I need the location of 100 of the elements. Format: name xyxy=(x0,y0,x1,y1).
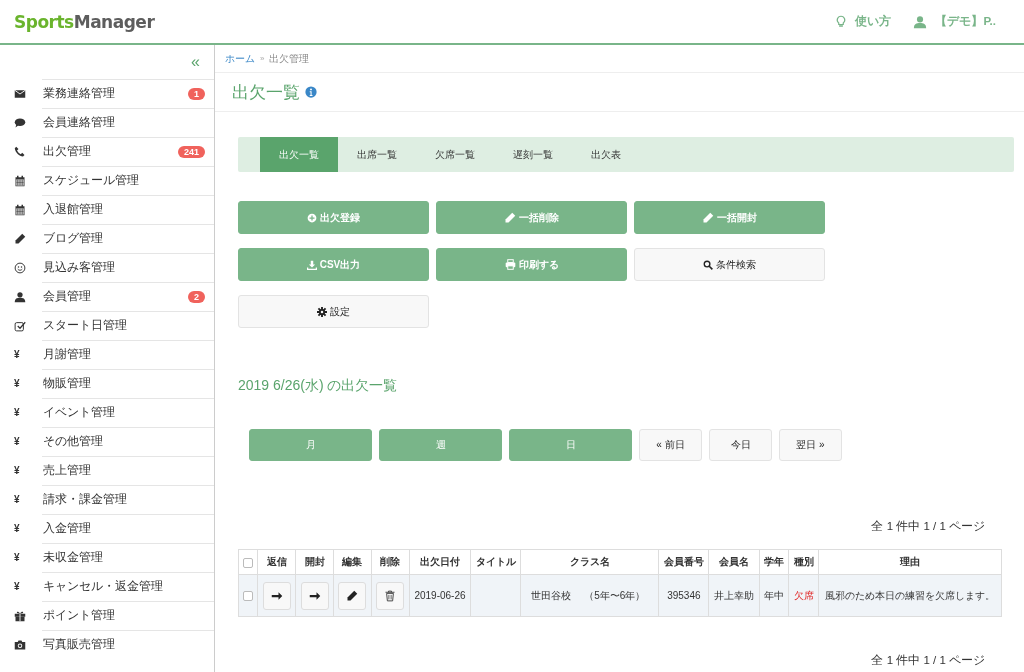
sidebar-item[interactable]: スタート日管理 xyxy=(0,311,214,340)
sidebar-label: 売上管理 xyxy=(43,462,92,479)
table-cell: 2019-06-26 xyxy=(409,574,471,617)
lightbulb-icon xyxy=(835,14,848,29)
count-badge: 2 xyxy=(188,290,205,303)
column-header: 学年 xyxy=(759,549,789,575)
pagination-info: 全 1 件中 1 / 1 ページ xyxy=(870,653,986,668)
speech-bubble-icon xyxy=(14,116,26,129)
row-action-button[interactable] xyxy=(300,581,329,610)
column-header: 開封 xyxy=(295,549,334,575)
sidebar-item[interactable]: ¥ イベント管理 xyxy=(0,398,214,427)
yen-icon: ¥ xyxy=(14,552,20,563)
yen-icon: ¥ xyxy=(14,436,20,447)
count-badge: 241 xyxy=(177,145,205,158)
column-header: 出欠日付 xyxy=(409,549,471,575)
yen-icon: ¥ xyxy=(14,494,20,505)
sidebar-item[interactable]: ブログ管理 xyxy=(0,224,214,253)
sidebar-item[interactable]: ¥ その他管理 xyxy=(0,427,214,456)
pencil-icon xyxy=(14,232,26,245)
sidebar-label: 出欠管理 xyxy=(43,143,92,160)
table-cell: 世田谷校 （5年〜6年） xyxy=(520,574,659,617)
calendar-button[interactable]: 翌日 » xyxy=(779,429,842,461)
trash-icon xyxy=(384,589,397,602)
checkbox[interactable] xyxy=(243,591,254,602)
table-cell: 395346 xyxy=(658,574,709,617)
breadcrumb-separator: » xyxy=(260,54,265,63)
sidebar-label: 月謝管理 xyxy=(43,346,92,363)
sidebar-item[interactable]: 出欠管理 241 xyxy=(0,137,214,166)
page-title: 出欠一覧 xyxy=(232,81,300,104)
table-cell: 井上幸助 xyxy=(708,574,760,617)
sidebar-label: 入退館管理 xyxy=(43,201,104,218)
calendar-button[interactable]: « 前日 xyxy=(639,429,702,461)
yen-icon: ¥ xyxy=(14,349,20,360)
sidebar-item[interactable]: ¥ 未収金管理 xyxy=(0,543,214,572)
tab[interactable]: 出席一覧 xyxy=(338,137,416,172)
sidebar-item[interactable]: ¥ 入金管理 xyxy=(0,514,214,543)
pencil-icon xyxy=(346,589,359,602)
sidebar-item[interactable]: 業務連絡管理 1 xyxy=(0,79,214,108)
yen-icon: ¥ xyxy=(14,581,20,592)
sidebar-label: 請求・課金管理 xyxy=(43,491,128,508)
column-header: 削除 xyxy=(371,549,410,575)
sidebar-item[interactable]: スケジュール管理 xyxy=(0,166,214,195)
action-button[interactable]: 設定 xyxy=(238,295,429,328)
sidebar-label: 業務連絡管理 xyxy=(43,85,116,102)
sidebar-item[interactable]: 写真販売管理 xyxy=(0,630,214,659)
sidebar-label: ポイント管理 xyxy=(43,607,116,624)
yen-icon: ¥ xyxy=(14,523,20,534)
sidebar-label: ブログ管理 xyxy=(43,230,104,247)
column-header: 会員番号 xyxy=(658,549,709,575)
breadcrumb-link[interactable]: ホーム xyxy=(225,51,255,66)
sidebar-item[interactable]: 会員連絡管理 xyxy=(0,108,214,137)
column-header: 会員名 xyxy=(708,549,760,575)
sidebar-item[interactable]: 入退館管理 xyxy=(0,195,214,224)
plus-circle-icon xyxy=(307,212,317,223)
yen-icon: ¥ xyxy=(14,378,20,389)
column-header: 種別 xyxy=(788,549,819,575)
column-header: 返信 xyxy=(257,549,296,575)
logo-text: Sports xyxy=(14,11,74,32)
column-header: タイトル xyxy=(470,549,521,575)
sidebar-label: 会員連絡管理 xyxy=(43,114,116,131)
date-heading: 2019 6/26(水) の出欠一覧 xyxy=(238,377,399,395)
sidebar-label: 見込み客管理 xyxy=(43,259,116,276)
sidebar-item[interactable]: 見込み客管理 xyxy=(0,253,214,282)
action-button[interactable]: 条件検索 xyxy=(634,248,825,281)
tab[interactable]: 欠席一覧 xyxy=(416,137,494,172)
sidebar-item[interactable]: ¥ キャンセル・返金管理 xyxy=(0,572,214,601)
user-icon xyxy=(14,290,26,303)
sidebar-label: 未収金管理 xyxy=(43,549,104,566)
logo-text: Manager xyxy=(73,11,155,32)
info-icon xyxy=(305,86,317,98)
column-header: クラス名 xyxy=(520,549,659,575)
sidebar-label: スタート日管理 xyxy=(43,317,128,334)
yen-icon: ¥ xyxy=(14,465,20,476)
calendar-button[interactable]: 今日 xyxy=(709,429,772,461)
row-action-button[interactable] xyxy=(338,581,367,610)
sidebar-label: 写真販売管理 xyxy=(43,636,116,653)
pencil-icon xyxy=(702,211,714,224)
envelope-icon xyxy=(14,87,26,100)
gift-icon xyxy=(14,609,26,622)
sidebar-item[interactable]: ¥ 月謝管理 xyxy=(0,340,214,369)
checkbox[interactable] xyxy=(243,557,254,568)
pagination-info: 全 1 件中 1 / 1 ページ xyxy=(870,519,986,534)
sidebar-label: その他管理 xyxy=(43,433,104,450)
sidebar-label: スケジュール管理 xyxy=(43,172,140,189)
pencil-icon xyxy=(504,211,516,224)
sidebar-item[interactable]: ¥ 物販管理 xyxy=(0,369,214,398)
sidebar-item[interactable]: ¥ 売上管理 xyxy=(0,456,214,485)
calendar-icon xyxy=(14,203,26,216)
tab[interactable]: 出欠表 xyxy=(572,137,640,172)
tab[interactable]: 遅刻一覧 xyxy=(494,137,572,172)
sidebar-label: 会員管理 xyxy=(43,288,92,305)
sidebar-label: イベント管理 xyxy=(43,404,116,421)
calendar-icon xyxy=(14,174,26,187)
sidebar-item[interactable]: ポイント管理 xyxy=(0,601,214,630)
sidebar-label: キャンセル・返金管理 xyxy=(43,578,164,595)
row-action-button[interactable] xyxy=(262,581,291,610)
sidebar-label: 入金管理 xyxy=(43,520,92,537)
sidebar-item[interactable]: ¥ 請求・課金管理 xyxy=(0,485,214,514)
phone-icon xyxy=(14,145,26,158)
sidebar-item[interactable]: 会員管理 2 xyxy=(0,282,214,311)
